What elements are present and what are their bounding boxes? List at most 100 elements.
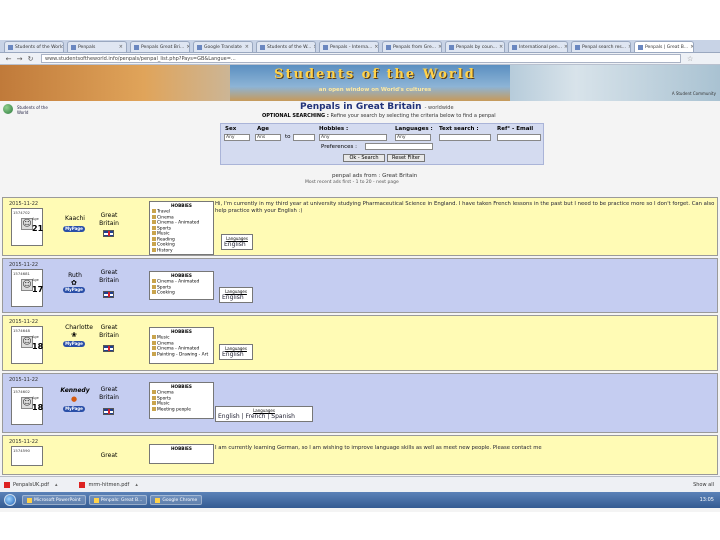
profile-card[interactable]: 1574681 ☺ Age 17 <box>11 269 43 307</box>
show-all-downloads-link[interactable]: Show all <box>693 482 714 488</box>
chevron-up-icon[interactable]: ▴ <box>55 482 58 488</box>
taskbar-item-label: Penpals: Great B... <box>100 497 143 503</box>
hobbies-label: Hobbies : <box>319 126 349 132</box>
mypage-button[interactable]: MyPage <box>63 341 85 347</box>
languages-box: Languages English <box>219 344 253 360</box>
penpal-message: I am currently learning German, so I am … <box>215 445 542 451</box>
penpal-message: Hi, I'm currently in my third year at un… <box>215 201 715 214</box>
profile-card[interactable]: 1574602 ☺ Age 18 <box>11 387 43 425</box>
hobbies-select[interactable]: Any <box>319 134 387 141</box>
profile-id: 1574648 <box>13 328 30 333</box>
back-arrow-icon[interactable]: ← <box>4 54 13 63</box>
pdf-icon <box>79 481 86 488</box>
tab-label: Penpals by coun... <box>456 44 497 50</box>
forward-arrow-icon[interactable]: → <box>15 54 24 63</box>
sex-select[interactable]: Any <box>224 134 250 141</box>
penpal-row: 2015-11-22 1574602 ☺ Age 18 Kennedy ● My… <box>2 373 718 433</box>
results-caption: penpal ads from : Great Britain <box>332 173 418 179</box>
globe-logo-icon[interactable] <box>3 104 13 114</box>
tab-3[interactable]: Google Translate × <box>193 41 253 52</box>
cooking-icon <box>152 242 156 246</box>
tab-10[interactable]: Penpals | Great B... × <box>634 41 694 52</box>
download-item[interactable]: PenpalsUK.pdf ▴ <box>4 481 58 488</box>
tab-2[interactable]: Penpals Great Bri...× <box>130 41 190 52</box>
tab-7[interactable]: Penpals by coun... × <box>445 41 505 52</box>
film-icon <box>152 346 156 350</box>
tab-8[interactable]: International pen... × <box>508 41 568 52</box>
taskbar-item[interactable]: Google Chrome <box>150 495 203 505</box>
tab-label: Penpals <box>78 44 96 50</box>
hobbies-box: HOBBIES <box>149 444 214 464</box>
close-icon[interactable]: × <box>688 44 693 50</box>
hobbies-title: HOBBIES <box>171 329 192 334</box>
close-icon[interactable]: × <box>372 44 378 50</box>
hobbies-box: HOBBIES Music Cinema Cinema - Animated P… <box>149 327 214 364</box>
hobby-text: Cinema - Animated <box>157 346 200 352</box>
tab-0[interactable]: Students of the World× <box>4 41 64 52</box>
results-subcaption[interactable]: Most recent ads first - 1 to 20 - next p… <box>305 180 399 185</box>
close-icon[interactable]: × <box>562 44 567 50</box>
profile-card[interactable]: 1574702 ☺ Age 21 <box>11 208 43 246</box>
chevron-up-icon[interactable]: ▴ <box>135 482 138 488</box>
preferences-select[interactable] <box>365 143 433 150</box>
tab-1[interactable]: Penpals × <box>67 41 127 52</box>
start-button[interactable] <box>4 494 16 506</box>
optional-search-label: OPTIONAL SEARCHING : <box>262 113 329 119</box>
history-icon <box>152 247 156 252</box>
ref-email-input[interactable] <box>497 134 541 141</box>
profile-card[interactable]: 1574590 <box>11 446 43 466</box>
tab-4[interactable]: Students of the W...× <box>256 41 316 52</box>
tab-6[interactable]: Penpals from Gre... × <box>382 41 442 52</box>
ok-search-button[interactable]: Ok - Search <box>343 154 385 162</box>
reset-filter-button[interactable]: Reset Filter <box>387 154 425 162</box>
languages-box: Languages English | French | Spanish <box>215 406 313 422</box>
tab-5[interactable]: Penpals - Interna... × <box>319 41 379 52</box>
close-icon[interactable]: × <box>497 44 503 50</box>
pumpkin-icon: ● <box>71 395 78 403</box>
tab-9[interactable]: Penpal search res...× <box>571 41 631 52</box>
music-icon <box>152 335 156 339</box>
close-icon[interactable]: × <box>626 44 630 50</box>
favicon-icon <box>449 44 454 50</box>
close-icon[interactable]: × <box>117 44 123 50</box>
profile-id: 1574702 <box>13 210 30 215</box>
close-icon[interactable]: × <box>243 44 249 50</box>
penpal-country: Great Britain <box>99 386 119 401</box>
reload-icon[interactable]: ↻ <box>26 54 35 63</box>
age-to-select[interactable] <box>293 134 315 141</box>
tab-label: Penpals - Interna... <box>330 44 373 50</box>
text-search-input[interactable] <box>439 134 491 141</box>
hobbies-title: HOBBIES <box>171 203 192 208</box>
age-value: 18 <box>32 342 44 351</box>
taskbar-item[interactable]: Microsoft PowerPoint <box>22 495 86 505</box>
mypage-button[interactable]: MyPage <box>63 287 85 293</box>
mypage-button[interactable]: MyPage <box>63 406 85 412</box>
penpal-country: Great Britain <box>99 212 119 227</box>
penpal-row: 2015-11-22 1574681 ☺ Age 17 Ruth ✿ MyPag… <box>2 258 718 313</box>
download-item[interactable]: mrm-hitmen.pdf ▴ <box>79 481 138 488</box>
bookmark-star-icon[interactable]: ☆ <box>687 55 693 63</box>
page-title-suffix[interactable]: - worldwide <box>425 105 454 111</box>
hobby-text: Music <box>157 231 170 237</box>
close-icon[interactable]: × <box>311 44 315 50</box>
taskbar-item[interactable]: Penpals: Great B... <box>88 495 148 505</box>
film-icon <box>152 390 156 394</box>
pdf-icon <box>4 481 10 488</box>
profile-id: 1574590 <box>13 448 30 453</box>
page-title-text: Penpals in Great Britain <box>300 102 422 112</box>
age-from-select[interactable]: Ans <box>255 134 281 141</box>
languages-select[interactable]: Any <box>395 134 431 141</box>
url-input[interactable]: www.studentsoftheworld.info/penpals/penp… <box>41 54 681 63</box>
hobby-text: Cooking <box>157 290 175 296</box>
hobby-text: Music <box>157 335 170 341</box>
plane-icon <box>152 209 156 213</box>
hobbies-title: HOBBIES <box>171 384 192 389</box>
flower-icon: ❀ <box>71 331 77 339</box>
tab-label: Penpals Great Bri... <box>141 44 185 50</box>
close-icon[interactable]: × <box>436 44 441 50</box>
close-icon[interactable]: × <box>184 44 189 50</box>
languages-value: English <box>222 294 244 301</box>
profile-card[interactable]: 1574648 ☺ Age 18 <box>11 326 43 364</box>
mypage-button[interactable]: MyPage <box>63 226 85 232</box>
hobby-text: Music <box>157 401 170 407</box>
